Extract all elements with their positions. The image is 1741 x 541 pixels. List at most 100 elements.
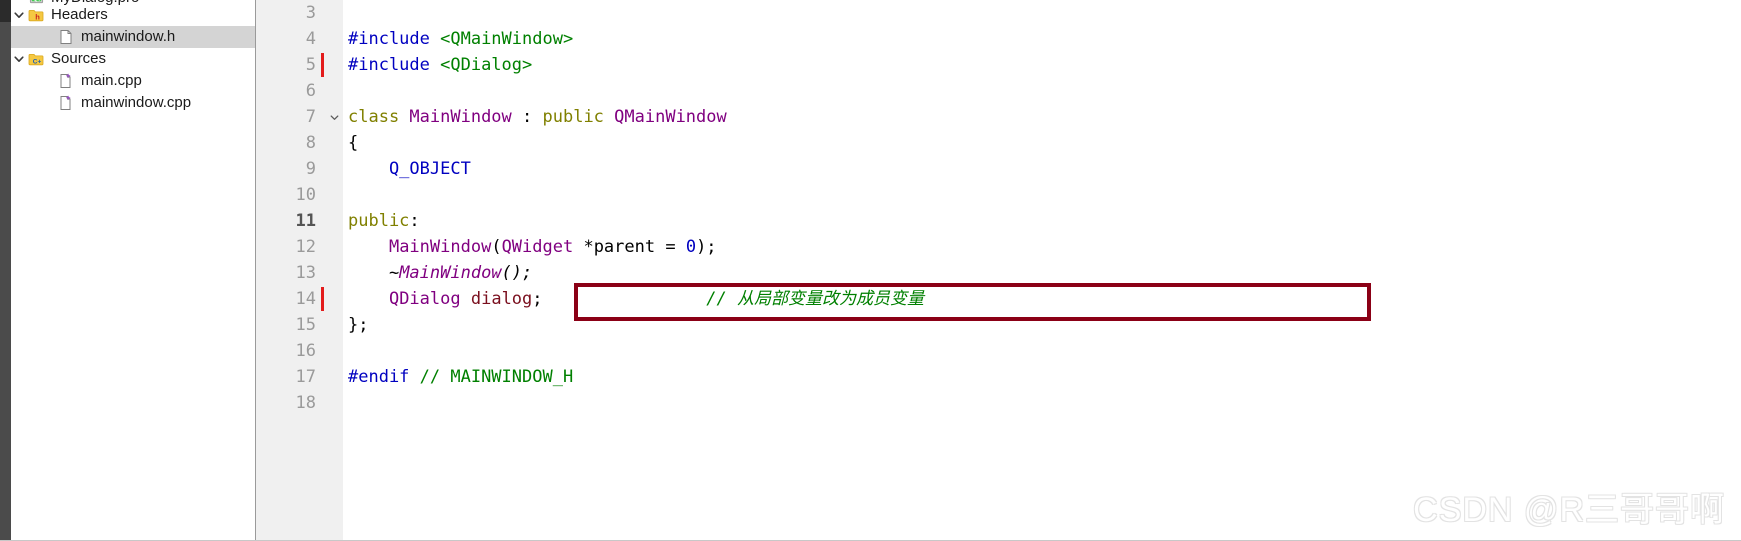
- line-number: 14: [295, 289, 316, 309]
- code-line[interactable]: 11 public:: [256, 208, 1741, 234]
- line-change-spacer: [320, 235, 326, 259]
- code-line[interactable]: 14 QDialog dialog; // 从局部变量改为成员变量: [256, 286, 1741, 312]
- code-token: 0: [685, 237, 697, 257]
- code-line[interactable]: 15};: [256, 312, 1741, 338]
- svg-text:C+: C+: [33, 58, 42, 65]
- line-number: 12: [295, 237, 316, 257]
- code-line-text: #endif // MAINWINDOW_H: [343, 364, 573, 390]
- line-number: 5: [305, 55, 316, 75]
- code-token: <QDialog>: [440, 55, 533, 75]
- line-number: 15: [295, 315, 316, 335]
- line-change-spacer: [320, 261, 326, 285]
- code-token: #include: [348, 29, 441, 49]
- code-editor[interactable]: 3 4 #include <QMainWindow> 5 #include <QDial…: [256, 0, 1741, 541]
- line-change-marker: [320, 287, 326, 311]
- code-line[interactable]: 9 Q_OBJECT: [256, 156, 1741, 182]
- line-number: 16: [295, 341, 316, 361]
- line-number: 6: [305, 81, 316, 101]
- code-token: QWidget: [501, 237, 574, 257]
- code-line-text: ~MainWindow();: [343, 260, 532, 286]
- tree-item-mainwindow-cpp[interactable]: mainwindow.cpp: [11, 92, 255, 114]
- line-number: 7: [305, 107, 316, 127]
- line-change-spacer: [320, 157, 326, 181]
- code-token: public: [542, 107, 615, 127]
- tree-item-label: Sources: [51, 50, 107, 67]
- svg-text:h: h: [35, 12, 40, 21]
- line-change-spacer: [320, 1, 326, 25]
- tree-item-label: Headers: [51, 6, 108, 23]
- code-line[interactable]: 13 ~MainWindow();: [256, 260, 1741, 286]
- project-tree-sidebar[interactable]: QtMyDialog.prohHeadersmainwindow.hC+Sour…: [11, 0, 256, 541]
- code-line-text: class MainWindow : public QMainWindow: [343, 104, 727, 130]
- code-line-text: Q_OBJECT: [343, 156, 471, 182]
- code-token: MainWindow: [409, 107, 512, 127]
- code-line[interactable]: 7 class MainWindow : public QMainWindow: [256, 104, 1741, 130]
- code-token: :: [511, 107, 543, 127]
- line-number: 13: [295, 263, 316, 283]
- code-token: );: [696, 237, 717, 257]
- line-number: 17: [295, 367, 316, 387]
- code-line[interactable]: 3: [256, 0, 1741, 26]
- tree-item-mainwindow-h[interactable]: mainwindow.h: [11, 26, 255, 48]
- code-line-text: MainWindow(QWidget *parent = 0);: [343, 234, 717, 260]
- code-lines[interactable]: 3 4 #include <QMainWindow> 5 #include <QDial…: [256, 0, 1741, 541]
- code-token: :: [409, 211, 420, 231]
- code-line[interactable]: 17 #endif // MAINWINDOW_H: [256, 364, 1741, 390]
- line-change-spacer: [320, 131, 326, 155]
- code-token: {: [348, 133, 359, 153]
- line-change-spacer: [320, 339, 326, 363]
- line-number: 3: [305, 3, 316, 23]
- tree-item-main-cpp[interactable]: main.cpp: [11, 70, 255, 92]
- code-line-text: public:: [343, 208, 420, 234]
- code-line[interactable]: 16: [256, 338, 1741, 364]
- code-line-text: #include <QMainWindow>: [343, 26, 573, 52]
- code-token: ;: [532, 289, 707, 309]
- code-line-text: {: [343, 130, 358, 156]
- svg-text:Qt: Qt: [33, 0, 40, 2]
- code-token: *parent =: [573, 237, 686, 257]
- line-change-spacer: [320, 209, 326, 233]
- chevron-down-icon[interactable]: [11, 48, 27, 70]
- code-line[interactable]: 10: [256, 182, 1741, 208]
- code-token: MainWindow: [388, 237, 492, 257]
- code-line-text: QDialog dialog; // 从局部变量改为成员变量: [343, 286, 924, 312]
- left-mode-strip[interactable]: [0, 0, 11, 541]
- code-line[interactable]: 6: [256, 78, 1741, 104]
- tree-item-sources[interactable]: C+ Sources: [11, 48, 255, 70]
- line-number: 10: [295, 185, 316, 205]
- code-line[interactable]: 8{: [256, 130, 1741, 156]
- code-token: <QMainWindow>: [440, 29, 574, 49]
- line-number: 4: [305, 29, 316, 49]
- code-line[interactable]: 5 #include <QDialog>: [256, 52, 1741, 78]
- code-token: (: [491, 237, 502, 257]
- header-file-icon: [57, 26, 75, 48]
- line-number: 11: [295, 211, 316, 231]
- fold-chevron-down-icon[interactable]: [326, 112, 343, 123]
- code-line[interactable]: 4 #include <QMainWindow>: [256, 26, 1741, 52]
- code-line-text: };: [343, 312, 368, 338]
- code-line-text: #include <QDialog>: [343, 52, 532, 78]
- line-change-spacer: [320, 183, 326, 207]
- ide-window: QtMyDialog.prohHeadersmainwindow.hC+Sour…: [0, 0, 1741, 541]
- code-token: ~: [348, 263, 400, 283]
- code-token: // MAINWINDOW_H: [419, 367, 574, 387]
- line-change-spacer: [320, 27, 326, 51]
- tree-item-label: mainwindow.h: [81, 28, 176, 45]
- line-change-spacer: [320, 313, 326, 337]
- line-number: 8: [305, 133, 316, 153]
- tree-item-label: main.cpp: [81, 72, 142, 89]
- code-token: // 从局部变量改为成员变量: [706, 289, 924, 309]
- tree-item-headers[interactable]: h Headers: [11, 4, 255, 26]
- chevron-down-icon[interactable]: [11, 4, 27, 26]
- code-token: dialog: [470, 289, 533, 309]
- line-change-marker: [320, 53, 326, 77]
- line-change-spacer: [320, 365, 326, 389]
- code-token: };: [348, 315, 369, 335]
- code-line[interactable]: 12 MainWindow(QWidget *parent = 0);: [256, 234, 1741, 260]
- code-line[interactable]: 18: [256, 390, 1741, 416]
- code-token: QMainWindow: [614, 107, 727, 127]
